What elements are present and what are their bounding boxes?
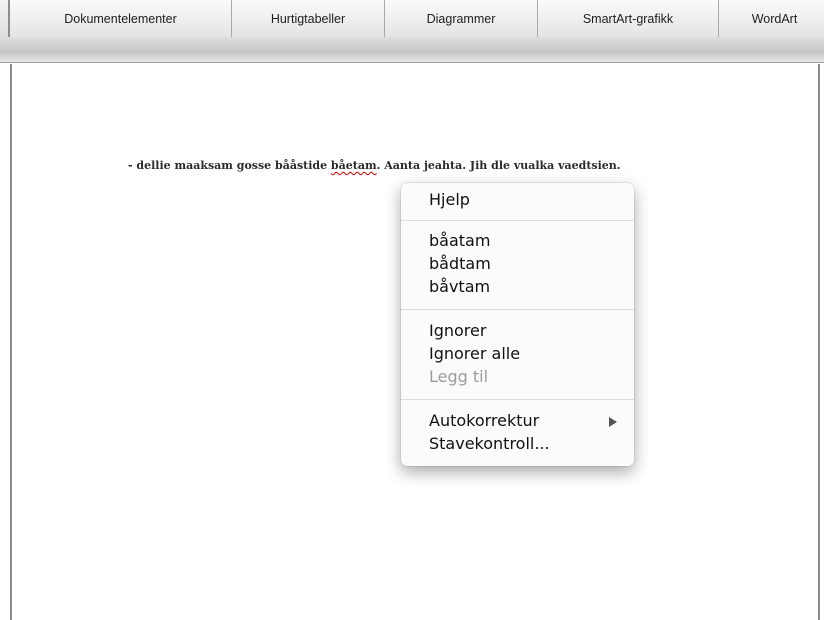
document-paragraph[interactable]: - dellie maaksam gosse bååstide båetam. … xyxy=(128,159,621,172)
menu-separator xyxy=(401,220,634,221)
menu-item-add-disabled: Legg til xyxy=(429,367,489,386)
menu-item-spellcheck[interactable]: Stavekontroll... xyxy=(429,433,550,455)
menu-separator xyxy=(401,399,634,400)
menu-separator xyxy=(401,309,634,310)
tab-diagrammer[interactable]: Diagrammer xyxy=(384,0,537,37)
tab-smartart-grafikk[interactable]: SmartArt-grafikk xyxy=(537,0,718,37)
ribbon-panel-collapsed xyxy=(0,40,824,63)
paragraph-text-after: . Aanta jeahta. Jih dle vualka vaedtsien… xyxy=(376,159,621,172)
ribbon-tabs: Dokumentelementer Hurtigtabeller Diagram… xyxy=(8,0,824,37)
menu-item-ignore-all[interactable]: Ignorer alle xyxy=(429,343,520,365)
tab-wordart[interactable]: WordArt xyxy=(718,0,824,37)
spelling-context-menu: Hjelp båatam bådtam båvtam Ignorer Ignor… xyxy=(401,183,634,466)
menu-item-suggestion-3[interactable]: båvtam xyxy=(429,276,490,298)
menu-item-ignore[interactable]: Ignorer xyxy=(429,320,486,342)
menu-item-suggestion-2[interactable]: bådtam xyxy=(429,253,491,275)
misspelled-word[interactable]: båetam xyxy=(331,159,377,172)
tab-dokumentelementer[interactable]: Dokumentelementer xyxy=(8,0,231,37)
menu-item-autocorrect[interactable]: Autokorrektur xyxy=(429,410,539,432)
tab-hurtigtabeller[interactable]: Hurtigtabeller xyxy=(231,0,384,37)
word-window: Dokumentelementer Hurtigtabeller Diagram… xyxy=(0,0,824,620)
paragraph-text-before: - dellie maaksam gosse bååstide xyxy=(128,159,331,172)
ribbon-tab-bar: Dokumentelementer Hurtigtabeller Diagram… xyxy=(0,0,824,41)
triangle-right-icon xyxy=(609,417,617,427)
menu-item-help[interactable]: Hjelp xyxy=(429,189,470,211)
menu-item-suggestion-1[interactable]: båatam xyxy=(429,230,490,252)
